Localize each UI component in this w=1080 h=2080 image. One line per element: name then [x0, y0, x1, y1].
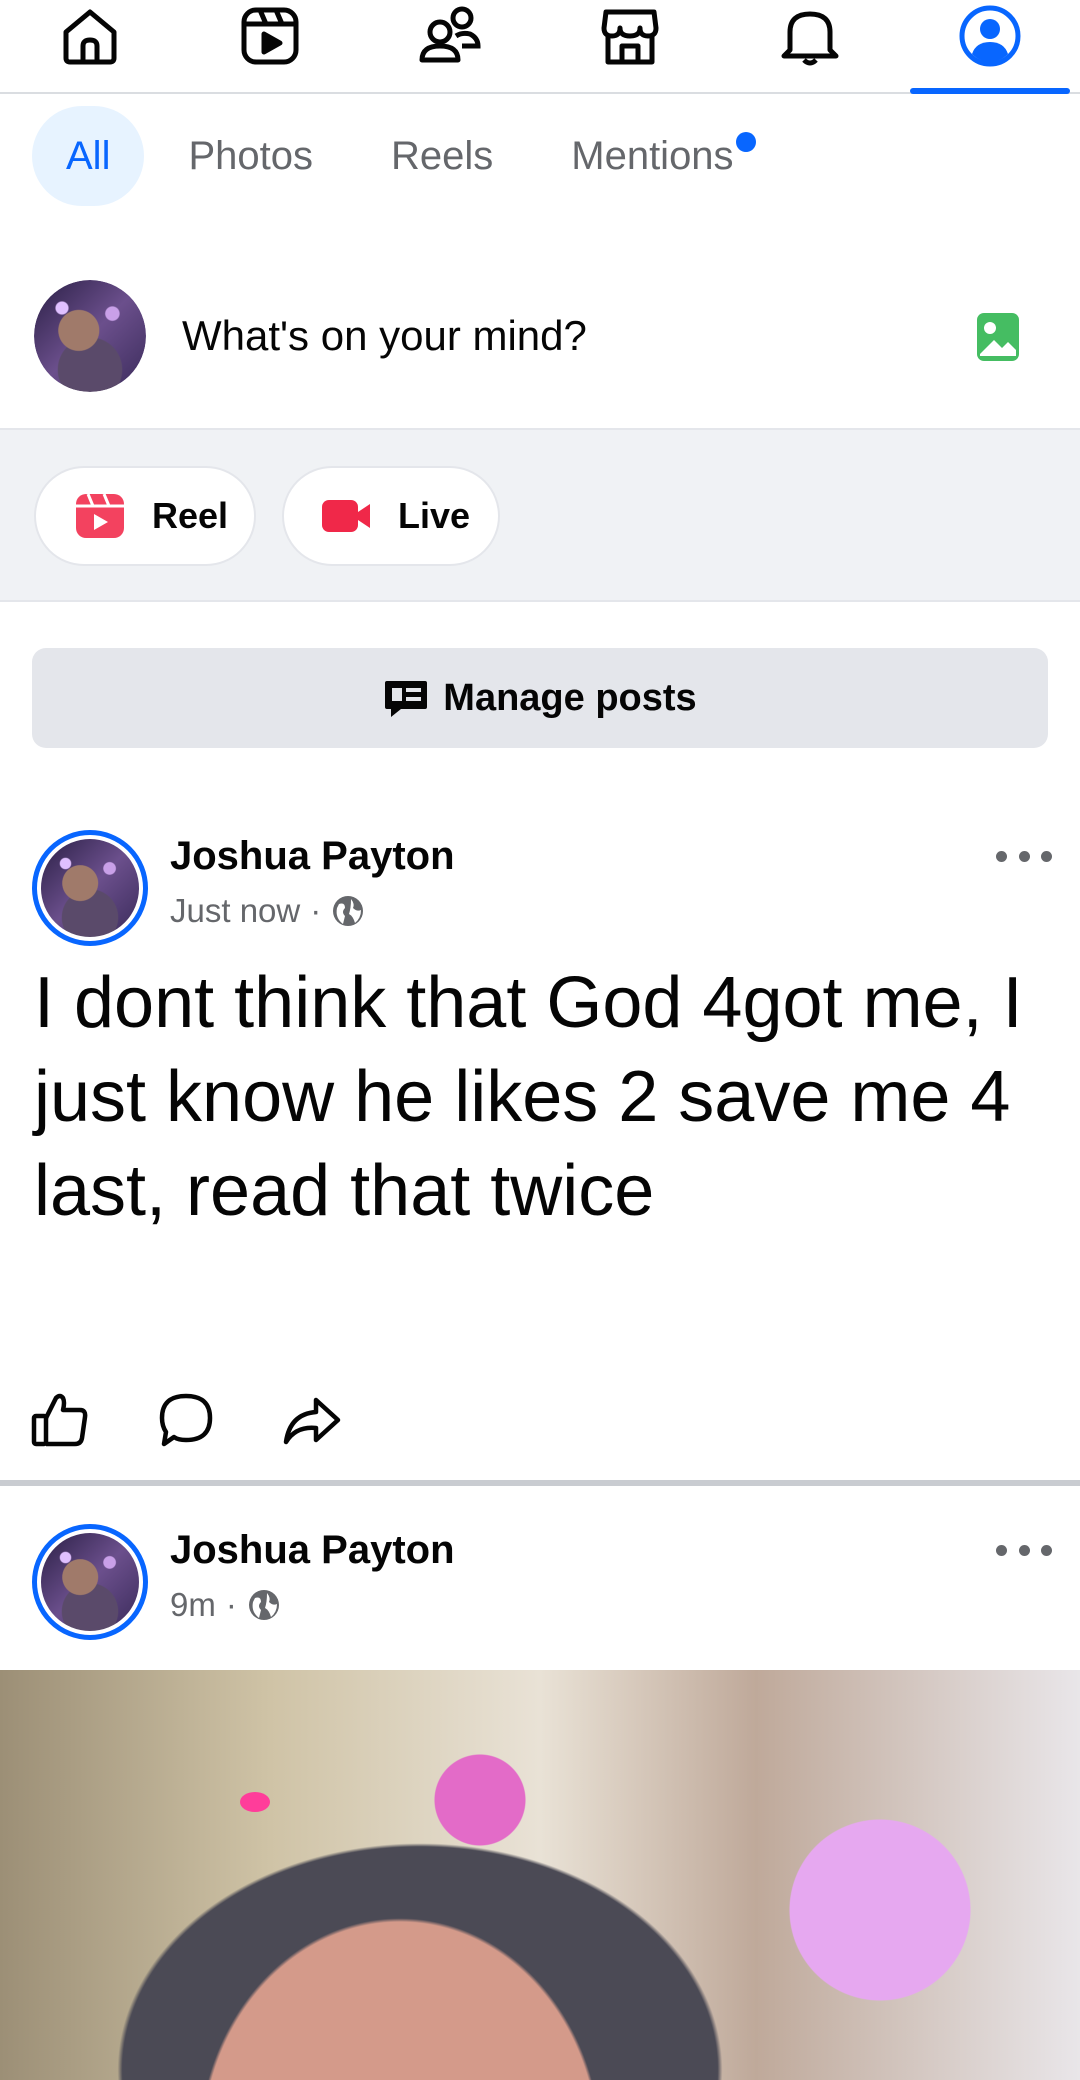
tab-marketplace[interactable] [540, 0, 720, 92]
profile-filter-chips: All Photos Reels Mentions [32, 104, 768, 208]
profile-icon [959, 5, 1021, 67]
composer-prompt[interactable]: What's on your mind? [182, 312, 587, 360]
top-navigation-bar [0, 0, 1080, 94]
manage-posts-icon [385, 681, 428, 717]
live-video-icon [322, 500, 370, 532]
photo-icon[interactable] [974, 310, 1022, 364]
create-reel-button[interactable]: Reel [34, 466, 256, 566]
dot [1018, 1544, 1030, 1556]
meta-separator: · [225, 1586, 237, 1623]
post-text: I dont think that God 4got me, I just kn… [34, 963, 1023, 1231]
like-icon[interactable] [30, 1390, 90, 1450]
post-photo[interactable] [0, 1670, 1080, 2080]
photo-detail [240, 1792, 270, 1812]
post-options-button[interactable] [996, 846, 1052, 866]
post-meta: Just now · [170, 892, 365, 930]
go-live-button[interactable]: Live [282, 466, 500, 566]
manage-posts-label: Manage posts [443, 676, 697, 719]
post-meta: 9m · [170, 1586, 281, 1624]
chip-photos[interactable]: Photos [154, 106, 347, 206]
chip-mentions-label: Mentions [571, 133, 734, 178]
post-author-name[interactable]: Joshua Payton [170, 1528, 455, 1573]
live-label: Live [398, 495, 471, 536]
chip-mentions[interactable]: Mentions [537, 106, 767, 206]
dot [1018, 850, 1030, 862]
reel-label: Reel [152, 495, 229, 536]
tab-friends[interactable] [360, 0, 540, 92]
video-icon [241, 7, 299, 65]
tab-profile[interactable] [900, 0, 1080, 94]
post-composer: What's on your mind? [0, 270, 1080, 426]
post-author-avatar[interactable] [32, 1524, 148, 1640]
tab-video[interactable] [180, 0, 360, 92]
comment-icon[interactable] [156, 1390, 216, 1450]
avatar[interactable] [34, 280, 146, 392]
marketplace-icon [601, 9, 659, 65]
post-actions [30, 1390, 342, 1452]
bell-icon [781, 11, 839, 66]
share-icon[interactable] [282, 1390, 342, 1450]
create-content-strip: Reel Live [0, 428, 1080, 602]
dot [1041, 850, 1052, 862]
post-timestamp[interactable]: 9m [170, 1586, 216, 1624]
dot [1041, 1544, 1052, 1556]
tab-home[interactable] [0, 0, 180, 92]
friends-icon [419, 6, 481, 63]
avatar-image [41, 839, 139, 937]
home-icon [63, 9, 117, 65]
avatar-image [41, 1533, 139, 1631]
post-author-name[interactable]: Joshua Payton [170, 834, 455, 879]
post-divider [0, 1480, 1080, 1486]
dot [996, 1544, 1007, 1556]
globe-icon[interactable] [247, 1588, 281, 1622]
tab-notifications[interactable] [720, 0, 900, 92]
avatar-image [34, 280, 146, 392]
post-options-button[interactable] [996, 1540, 1052, 1560]
manage-posts-button[interactable]: Manage posts [32, 648, 1048, 748]
globe-icon[interactable] [331, 894, 365, 928]
post-header: Joshua Payton 9m · [0, 1520, 1080, 1640]
post-timestamp[interactable]: Just now [170, 892, 300, 930]
chip-reels[interactable]: Reels [357, 106, 527, 206]
post-author-avatar[interactable] [32, 830, 148, 946]
post-header: Joshua Payton Just now · [0, 826, 1080, 946]
chip-all[interactable]: All [32, 106, 145, 206]
reel-icon [76, 493, 124, 538]
notification-dot [735, 132, 756, 152]
dot [996, 850, 1007, 862]
meta-separator: · [310, 892, 322, 929]
